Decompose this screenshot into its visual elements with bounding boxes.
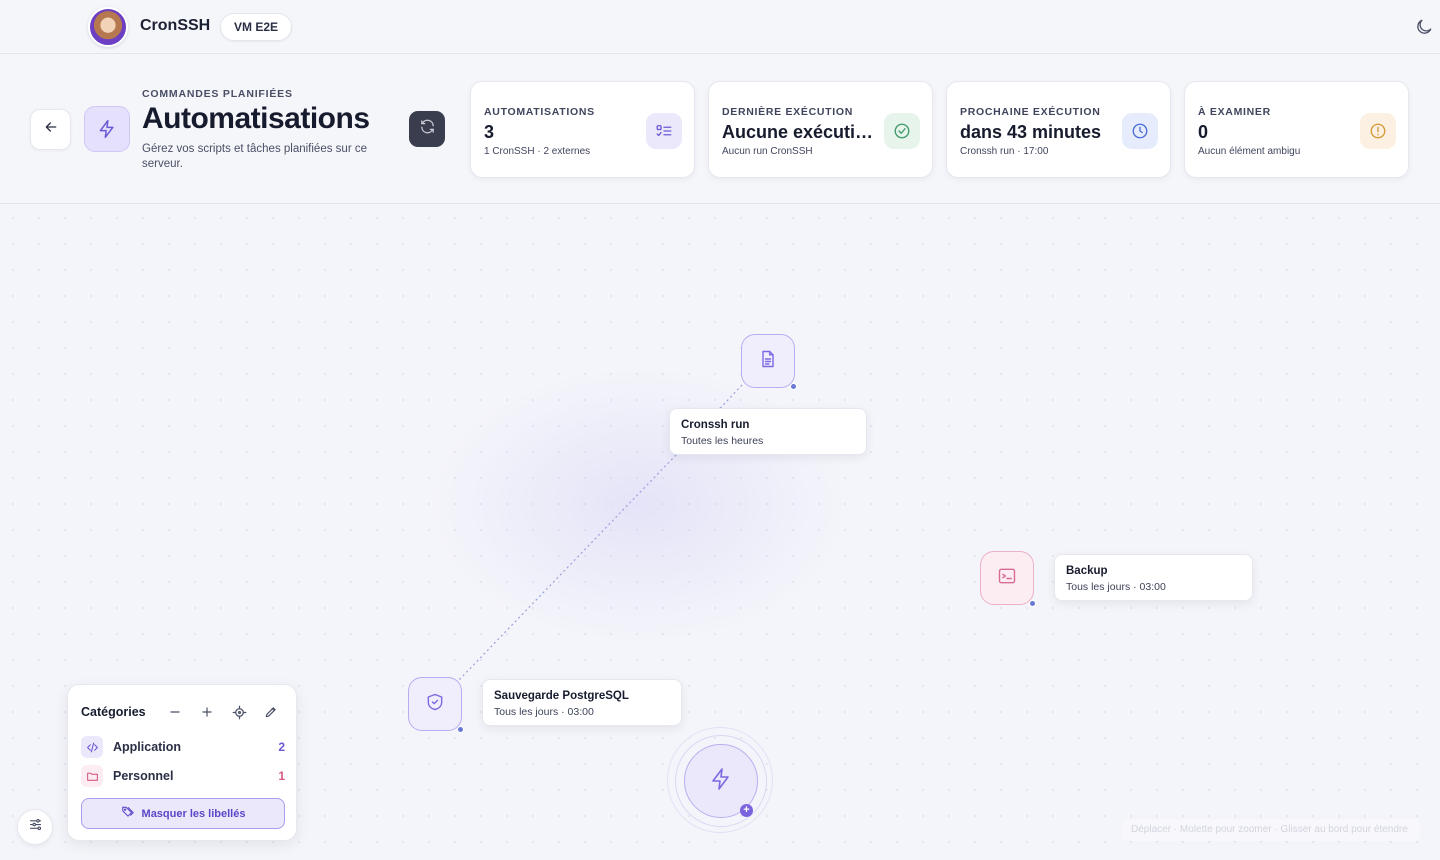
stat-value: 3 [484,122,495,142]
plus-badge-icon: + [740,804,753,817]
page-title: Automatisations [142,102,370,135]
refresh-icon [419,118,436,140]
refresh-button[interactable] [409,111,445,147]
list-check-icon [646,113,682,149]
node-port[interactable] [457,726,464,733]
node-backup-icon-tile[interactable] [980,551,1036,607]
code-icon [81,736,103,758]
mask-labels-label: Masquer les libellés [141,807,246,820]
node-schedule: Toutes les heures [681,435,764,447]
stat-label: DERNIÈRE EXÉCUTION [722,106,854,118]
check-circle-icon [884,113,920,149]
plus-icon[interactable] [197,702,217,722]
canvas-settings-button[interactable] [17,809,53,845]
categories-panel: Catégories Application 2 Personnel 1 Mas… [67,684,297,841]
stat-sub: Cronssh run · 17:00 [960,146,1049,157]
arrow-left-icon [43,119,59,140]
stat-label: PROCHAINE EXÉCUTION [960,106,1101,118]
folder-icon [81,765,103,787]
stat-label: À EXAMINER [1198,106,1271,118]
bolt-icon [84,106,130,152]
stat-value: Aucune exécution [722,122,874,142]
node-port[interactable] [1029,600,1036,607]
app-logo-avatar[interactable] [88,7,128,47]
stat-value: dans 43 minutes [960,122,1102,142]
target-icon[interactable] [229,702,249,722]
alert-circle-icon [1360,113,1396,149]
tags-icon [121,805,135,822]
category-count: 1 [278,769,285,783]
node-sauvegarde-postgresql-icon-tile[interactable] [408,677,464,733]
node-title: Sauvegarde PostgreSQL [494,690,629,702]
clock-icon [1122,113,1158,149]
category-item-application[interactable]: Application 2 [81,736,285,758]
node-title: Cronssh run [681,419,750,431]
page-header: COMMANDES PLANIFIÉES Automatisations Gér… [0,54,1440,204]
node-schedule: Tous les jours · 03:00 [1066,581,1166,593]
top-bar: CronSSH VM E2E [0,0,1440,54]
stat-card-automatisations: AUTOMATISATIONS 3 1 CronSSH · 2 externes [470,81,695,178]
category-label: Application [113,740,182,754]
node-port[interactable] [790,383,797,390]
node-card-backup[interactable]: Backup Tous les jours · 03:00 [1054,554,1253,601]
add-orb-core: + [684,744,758,818]
stat-card-derniere-execution: DERNIÈRE EXÉCUTION Aucune exécution Aucu… [708,81,933,178]
stat-sub: Aucun élément ambigu [1198,146,1301,157]
stat-sub: 1 CronSSH · 2 externes [484,146,591,157]
stat-card-a-examiner: À EXAMINER 0 Aucun élément ambigu [1184,81,1409,178]
moon-icon[interactable] [1414,17,1434,37]
mask-labels-button[interactable]: Masquer les libellés [81,798,285,829]
stat-sub: Aucun run CronSSH [722,146,813,157]
add-automation-button[interactable]: + [667,727,773,833]
minus-icon[interactable] [165,702,185,722]
categories-title: Catégories [81,705,146,719]
file-text-icon [758,349,778,374]
node-title: Backup [1066,565,1108,577]
stat-card-prochaine-execution: PROCHAINE EXÉCUTION dans 43 minutes Cron… [946,81,1171,178]
sliders-icon [28,817,43,837]
back-button[interactable] [30,109,71,150]
category-item-personnel[interactable]: Personnel 1 [81,765,285,787]
node-schedule: Tous les jours · 03:00 [494,706,594,718]
vm-badge[interactable]: VM E2E [220,13,293,41]
stat-label: AUTOMATISATIONS [484,106,595,118]
bolt-plus-icon [709,767,733,796]
node-card-sauvegarde-postgresql[interactable]: Sauvegarde PostgreSQL Tous les jours · 0… [482,679,682,726]
node-cronssh-run-icon-tile[interactable] [741,334,797,390]
app-name[interactable]: CronSSH [140,17,210,35]
canvas-hints: Déplacer · Molette pour zoomer · Glisser… [1122,819,1420,841]
stat-value: 0 [1198,122,1209,142]
category-label: Personnel [113,769,174,783]
shield-check-icon [425,692,445,717]
terminal-icon [997,566,1017,591]
pencil-icon[interactable] [261,702,281,722]
page-eyebrow: COMMANDES PLANIFIÉES [142,88,293,100]
category-count: 2 [278,740,285,754]
page-description: Gérez vos scripts et tâches planifiées s… [142,143,367,170]
node-card-cronssh-run[interactable]: Cronssh run Toutes les heures [669,408,867,455]
